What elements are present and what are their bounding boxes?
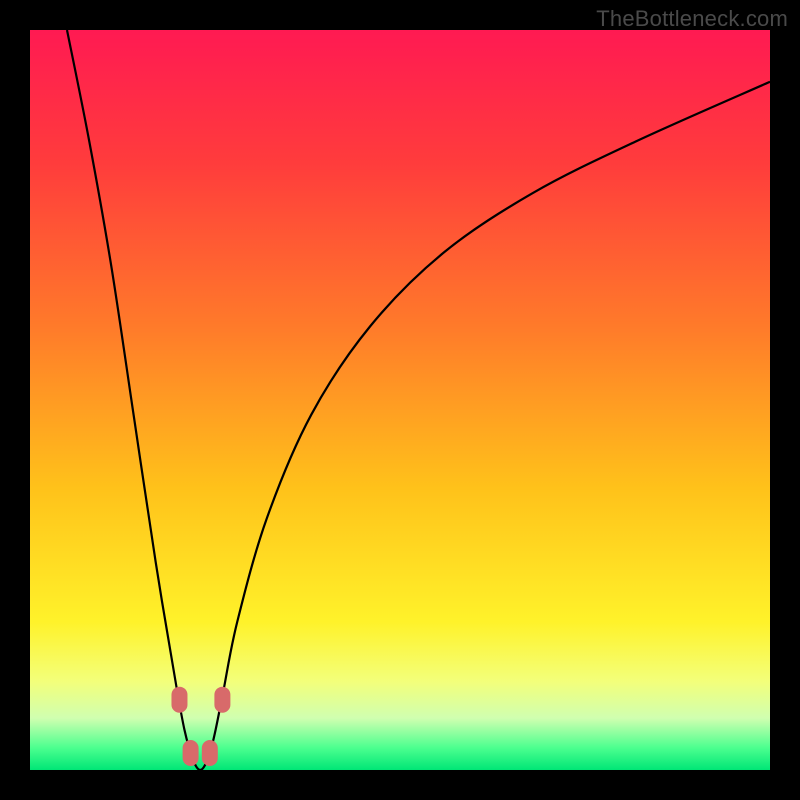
watermark-text: TheBottleneck.com [596,6,788,32]
marker-right-upper [214,687,230,713]
bottleneck-chart [30,30,770,770]
gradient-background [30,30,770,770]
marker-left-lower [183,740,199,766]
marker-left-upper [171,687,187,713]
chart-frame: TheBottleneck.com [0,0,800,800]
marker-right-lower [202,740,218,766]
plot-area [30,30,770,770]
